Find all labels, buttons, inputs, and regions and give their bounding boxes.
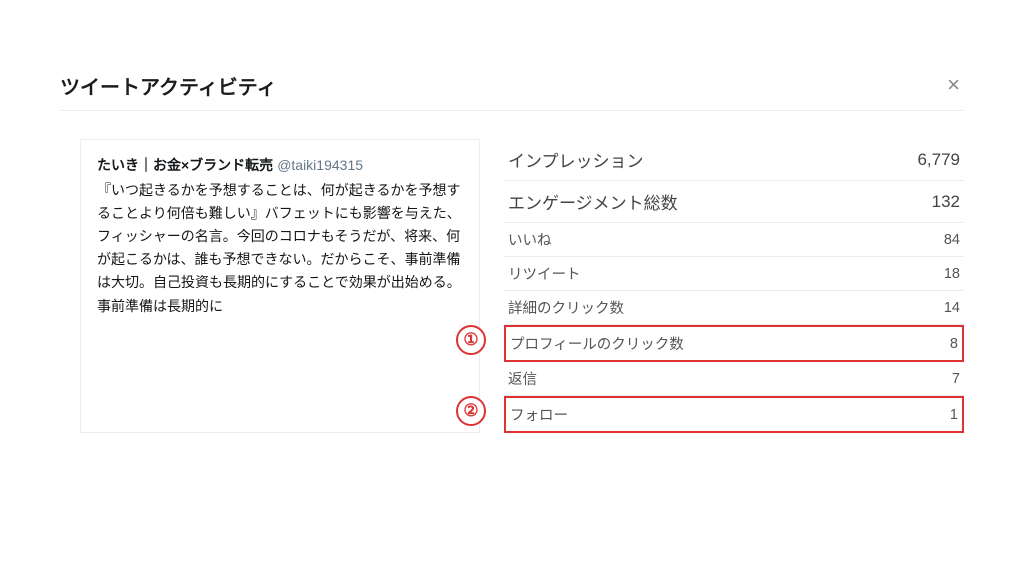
stat-value: 18 bbox=[944, 266, 960, 282]
annotation-badge-1: ① bbox=[456, 325, 486, 355]
stat-profile-clicks: ① プロフィールのクリック数 8 bbox=[504, 325, 964, 362]
tweet-text: 『いつ起きるかを予想することは、何が起きるかを予想することより何倍も難しい』バフ… bbox=[97, 179, 463, 318]
close-button[interactable]: × bbox=[943, 70, 964, 100]
stat-label: エンゲージメント総数 bbox=[508, 189, 932, 214]
stat-value: 8 bbox=[950, 336, 958, 352]
stat-replies: 返信 7 bbox=[504, 362, 964, 396]
stat-value: 7 bbox=[952, 371, 960, 387]
tweet-author: たいき｜お金×ブランド転売 bbox=[97, 157, 273, 173]
stat-label: 返信 bbox=[508, 368, 952, 389]
stat-value: 1 bbox=[950, 407, 958, 423]
stats-panel: インプレッション 6,779 エンゲージメント総数 132 いいね 84 リツイ… bbox=[504, 139, 964, 433]
tweet-preview: たいき｜お金×ブランド転売@taiki194315 『いつ起きるかを予想すること… bbox=[80, 139, 480, 433]
tweet-handle: @taiki194315 bbox=[277, 157, 363, 173]
modal-header: ツイートアクティビティ × bbox=[60, 70, 964, 111]
stat-value: 14 bbox=[944, 300, 960, 316]
stat-likes: いいね 84 bbox=[504, 223, 964, 257]
stat-label: プロフィールのクリック数 bbox=[510, 333, 950, 354]
stat-follows: ② フォロー 1 bbox=[504, 396, 964, 433]
stat-label: フォロー bbox=[510, 404, 950, 425]
stat-engagements: エンゲージメント総数 132 bbox=[504, 181, 964, 223]
page-title: ツイートアクティビティ bbox=[60, 71, 277, 100]
stat-value: 84 bbox=[944, 232, 960, 248]
stat-detail-clicks: 詳細のクリック数 14 bbox=[504, 291, 964, 325]
stat-impressions: インプレッション 6,779 bbox=[504, 139, 964, 181]
stat-label: 詳細のクリック数 bbox=[508, 297, 944, 318]
stat-label: いいね bbox=[508, 229, 944, 250]
stat-label: インプレッション bbox=[508, 147, 917, 172]
stat-value: 132 bbox=[932, 192, 960, 212]
stat-label: リツイート bbox=[508, 263, 944, 284]
annotation-badge-2: ② bbox=[456, 396, 486, 426]
stat-value: 6,779 bbox=[917, 150, 960, 170]
stat-retweets: リツイート 18 bbox=[504, 257, 964, 291]
